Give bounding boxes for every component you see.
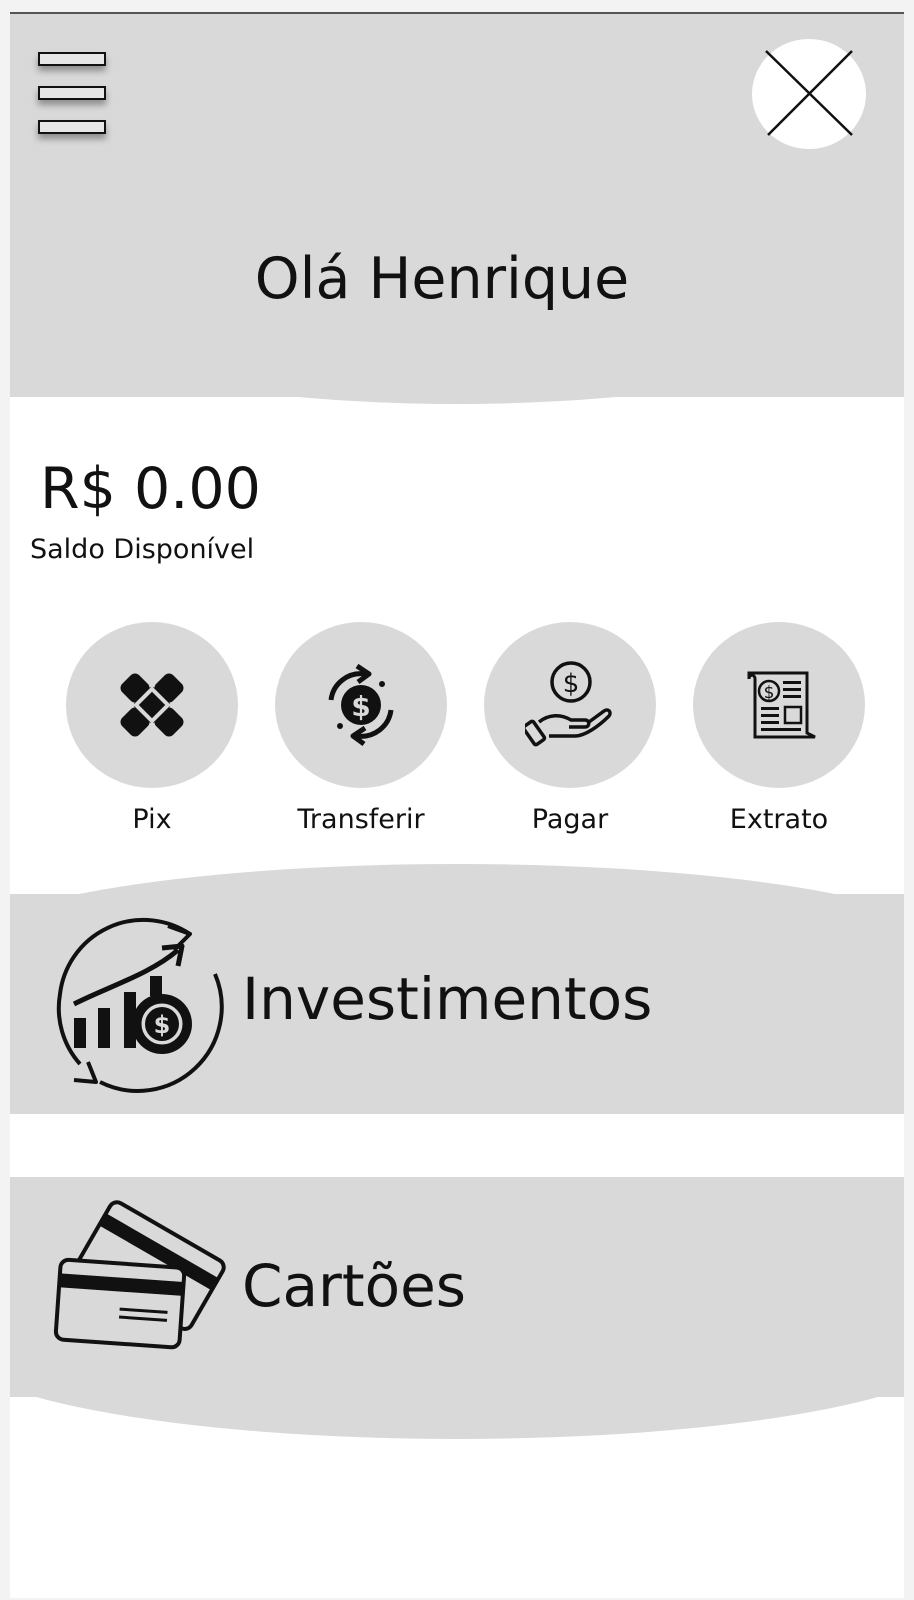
action-pay-button[interactable]: $ bbox=[484, 622, 656, 788]
cards-label: Cartões bbox=[242, 1252, 467, 1320]
action-statement[interactable]: $ Extrato bbox=[679, 622, 879, 835]
action-pix-label: Pix bbox=[132, 804, 172, 835]
hand-coin-icon: $ bbox=[525, 661, 612, 747]
menu-button[interactable] bbox=[36, 50, 110, 138]
close-icon bbox=[765, 50, 853, 136]
app-screen: Olá Henrique R$ 0.00 Saldo Disponível Pi… bbox=[10, 12, 904, 1598]
action-transfer-button[interactable]: $ bbox=[275, 622, 447, 788]
action-pix[interactable]: Pix bbox=[52, 622, 252, 835]
menu-bar-icon bbox=[38, 52, 106, 66]
greeting-title: Olá Henrique bbox=[254, 246, 630, 312]
close-button[interactable] bbox=[752, 39, 866, 149]
pix-icon bbox=[120, 673, 184, 737]
action-pay-label: Pagar bbox=[531, 804, 609, 835]
investment-growth-icon: $ bbox=[56, 917, 224, 1093]
svg-text:$: $ bbox=[154, 1011, 171, 1039]
action-statement-button[interactable]: $ bbox=[693, 622, 865, 788]
credit-cards-icon bbox=[53, 1200, 226, 1350]
transfer-money-icon: $ bbox=[328, 663, 394, 747]
action-pix-button[interactable] bbox=[66, 622, 238, 788]
balance-amount: R$ 0.00 bbox=[40, 456, 261, 522]
statement-receipt-icon: $ bbox=[747, 671, 816, 739]
svg-text:$: $ bbox=[563, 669, 580, 699]
menu-bar-icon bbox=[38, 120, 106, 134]
svg-text:$: $ bbox=[764, 683, 775, 703]
svg-text:$: $ bbox=[351, 690, 370, 723]
cards-section[interactable]: Cartões bbox=[10, 1200, 904, 1394]
action-transfer[interactable]: $ Transferir bbox=[261, 622, 461, 835]
menu-bar-icon bbox=[38, 86, 106, 100]
action-transfer-label: Transferir bbox=[297, 804, 425, 835]
investments-section[interactable]: $ Investimentos bbox=[10, 917, 904, 1099]
balance-label: Saldo Disponível bbox=[30, 534, 255, 565]
action-statement-label: Extrato bbox=[729, 804, 829, 835]
action-pay[interactable]: $ Pagar bbox=[470, 622, 670, 835]
investments-label: Investimentos bbox=[242, 965, 653, 1033]
